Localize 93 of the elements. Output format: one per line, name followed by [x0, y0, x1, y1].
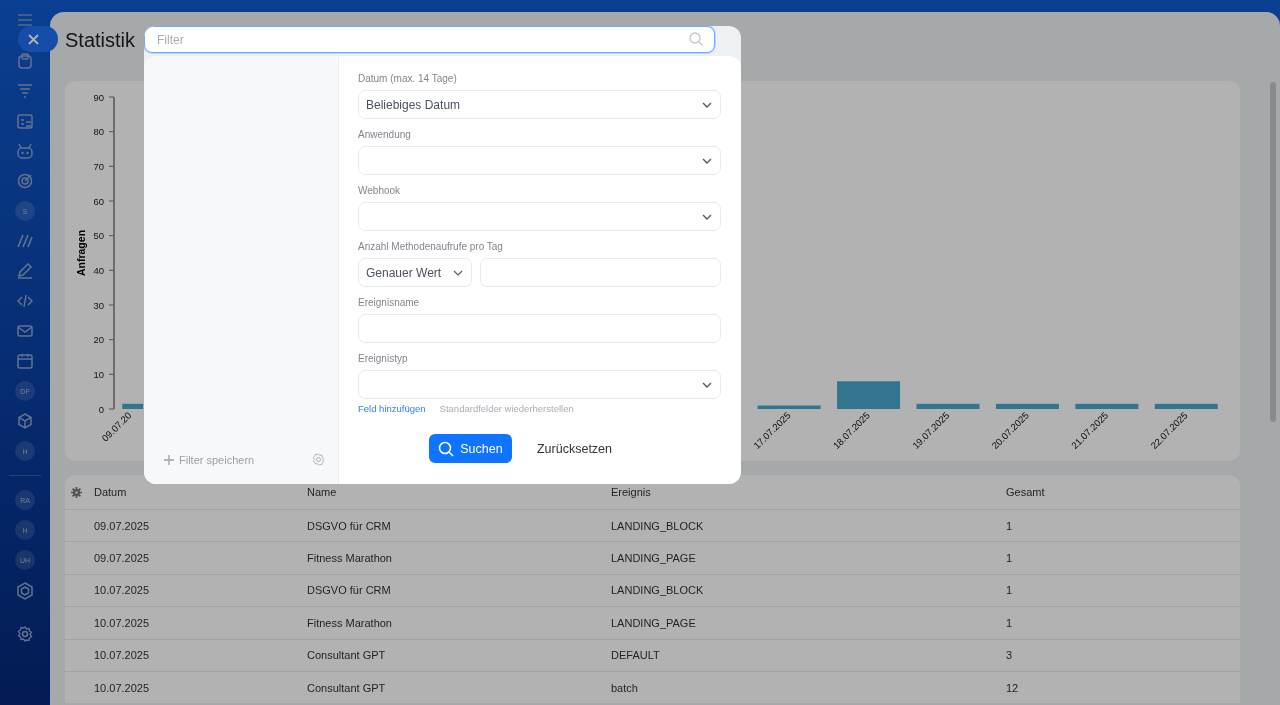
table-cell-text: 1	[1006, 616, 1014, 629]
column-header[interactable]: Datum	[94, 486, 307, 498]
column-header[interactable]: Gesamt	[1006, 486, 1240, 498]
table-cell-text: DSGVO für CRM	[307, 519, 392, 532]
table-cell-text: 1	[1006, 584, 1014, 597]
settings-icon[interactable]	[71, 486, 82, 498]
table-cell-text: 10.07.2025	[94, 616, 151, 629]
search-field[interactable]: Filter	[144, 26, 715, 53]
menu-icon[interactable]	[17, 14, 33, 26]
search-icon	[438, 440, 455, 457]
save-filter-button[interactable]: Filter speichern	[164, 453, 255, 466]
pen-icon[interactable]	[17, 263, 33, 279]
tick-label: 10	[93, 368, 104, 380]
axis-title: Anfragen	[75, 229, 87, 277]
robot-icon[interactable]	[17, 143, 33, 159]
input-field[interactable]	[480, 258, 721, 287]
table-cell-text: Consultant GPT	[307, 681, 387, 694]
field-label: Datum (max. 14 Tage)	[358, 72, 458, 85]
select-field[interactable]	[358, 146, 721, 175]
field-label: Webhook	[358, 184, 402, 197]
tick-label: 70	[93, 160, 104, 172]
tick-label: 0	[98, 403, 104, 415]
table-cell-text: 10.07.2025	[94, 681, 151, 694]
reset-button[interactable]: Zurücksetzen	[531, 440, 618, 457]
close-button[interactable]	[18, 26, 58, 52]
page-title: Statistik	[65, 28, 136, 52]
link[interactable]: Feld hinzufügen	[358, 403, 426, 414]
table-cell-text: 3	[1006, 649, 1014, 662]
chevron-icon	[702, 213, 712, 220]
table-cell-text: LANDING_PAGE	[611, 552, 697, 565]
settings-icon[interactable]	[17, 626, 33, 642]
funnel-icon[interactable]	[17, 83, 33, 99]
table-cell-text: batch	[611, 681, 639, 694]
stripes-icon[interactable]	[17, 233, 33, 249]
bar	[837, 381, 901, 409]
input-field[interactable]	[358, 314, 721, 343]
tick-label: 20	[93, 334, 104, 346]
table-cell-text: 09.07.2025	[94, 552, 151, 565]
table-cell-text: DSGVO für CRM	[307, 584, 392, 597]
bar	[916, 403, 980, 409]
field-label: Ereignisname	[358, 296, 421, 309]
column-header[interactable]: Name	[307, 486, 611, 498]
select-field[interactable]: Genauer Wert	[358, 258, 472, 287]
table-cell-text: 1	[1006, 519, 1014, 532]
select-field[interactable]	[358, 202, 721, 231]
cube-icon[interactable]	[17, 413, 33, 429]
table-cell-text: 10.07.2025	[94, 584, 151, 597]
bar	[122, 403, 143, 409]
link[interactable]: Standardfelder wiederherstellen	[439, 403, 574, 414]
bar	[757, 405, 821, 409]
calendar-icon[interactable]	[17, 353, 33, 369]
bar	[995, 403, 1059, 409]
mail-icon[interactable]	[17, 323, 33, 339]
close-icon	[28, 33, 39, 45]
table-cell-text: Consultant GPT	[307, 649, 387, 662]
table-cell-text: Fitness Marathon	[307, 552, 393, 565]
table-cell-text: Fitness Marathon	[307, 616, 393, 629]
select-field[interactable]	[358, 370, 721, 399]
settings-icon[interactable]	[312, 453, 325, 466]
bar	[1154, 403, 1218, 409]
code-icon[interactable]	[17, 293, 33, 309]
tick-label: 50	[93, 230, 104, 242]
tick-label: 90	[93, 91, 104, 103]
bar	[1075, 403, 1139, 409]
chevron-icon	[702, 101, 712, 108]
select-field[interactable]: Beliebiges Datum	[358, 90, 721, 119]
hexagon-icon[interactable]	[16, 582, 34, 600]
field-label: Anzahl Methodenaufrufe pro Tag	[358, 240, 504, 253]
column-header[interactable]: Ereignis	[611, 486, 1006, 498]
table-cell-text: LANDING_BLOCK	[611, 519, 705, 532]
tick-label: 60	[93, 195, 104, 207]
search-icon	[689, 32, 703, 46]
tick-label: 30	[93, 299, 104, 311]
table-cell-text: 09.07.2025	[94, 519, 151, 532]
scrollbar[interactable]	[1270, 82, 1276, 422]
plus-icon	[164, 454, 174, 465]
table-cell-text: 1	[1006, 552, 1014, 565]
tick-label: 40	[93, 264, 104, 276]
calendar-list-icon[interactable]	[17, 113, 33, 129]
field-label: Ereignistyp	[358, 352, 409, 365]
table-cell-text: DEFAULT	[611, 649, 661, 662]
chevron-icon	[702, 157, 712, 164]
target-icon[interactable]	[17, 173, 33, 189]
field-label: Anwendung	[358, 128, 412, 141]
search-button[interactable]: Suchen	[429, 434, 512, 463]
tick-label: 80	[93, 126, 104, 138]
table-cell-text: LANDING_PAGE	[611, 616, 697, 629]
table-cell-text: 12	[1006, 681, 1020, 694]
chevron-icon	[453, 269, 463, 276]
table-cell-text: LANDING_BLOCK	[611, 584, 705, 597]
table-cell-text: 10.07.2025	[94, 649, 151, 662]
clipboard-icon[interactable]	[17, 53, 33, 69]
chevron-icon	[702, 381, 712, 388]
